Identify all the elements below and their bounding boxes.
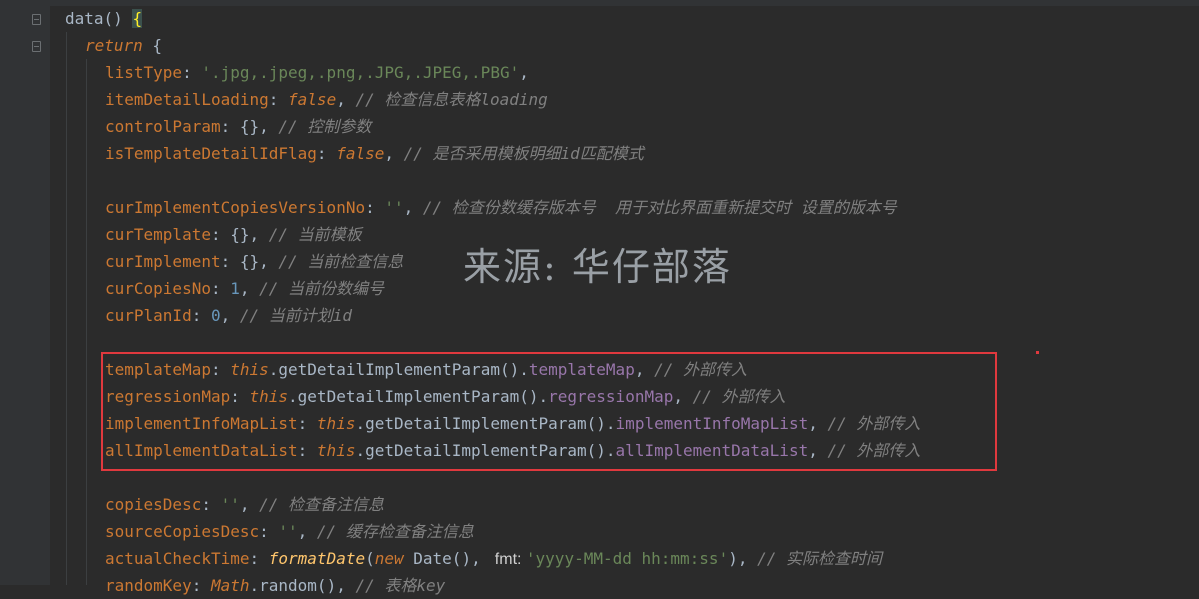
code-token: formatDate xyxy=(268,549,366,568)
code-line[interactable]: return { xyxy=(85,32,162,59)
code-token: ), xyxy=(728,549,758,568)
code-token: // 当前份数编号 xyxy=(259,279,385,298)
code-line[interactable]: copiesDesc: '', // 检查备注信息 xyxy=(105,491,384,518)
code-token: // 检查份数缓存版本号 用于对比界面重新提交时 设置的版本号 xyxy=(422,198,897,217)
code-line[interactable]: curCopiesNo: 1, // 当前份数编号 xyxy=(105,275,384,302)
code-token: , xyxy=(519,63,529,82)
code-token: false xyxy=(336,144,385,163)
code-token: , xyxy=(403,198,423,217)
code-token: isTemplateDetailIdFlag xyxy=(105,144,317,163)
code-token: false xyxy=(288,90,337,109)
code-token: actualCheckTime xyxy=(105,549,250,568)
code-token: : xyxy=(182,63,202,82)
code-line[interactable]: curImplement: {}, // 当前检查信息 xyxy=(105,248,403,275)
code-token: : xyxy=(210,279,231,298)
code-token: , xyxy=(297,522,317,541)
code-token: 1 xyxy=(230,279,240,298)
code-token: () xyxy=(103,9,133,28)
code-line[interactable]: curTemplate: {}, // 当前模板 xyxy=(105,221,362,248)
code-token: '' xyxy=(278,522,298,541)
code-line[interactable]: curPlanId: 0, // 当前计划id xyxy=(105,302,352,329)
code-token: // 当前模板 xyxy=(268,225,362,244)
code-token: // 是否采用模板明细id匹配模式 xyxy=(403,144,644,163)
code-token: '' xyxy=(384,198,404,217)
code-token: randomKey xyxy=(105,576,192,595)
code-line[interactable]: itemDetailLoading: false, // 检查信息表格loadi… xyxy=(105,86,548,113)
code-token: // 检查信息表格loading xyxy=(355,90,548,109)
code-token: // 当前计划id xyxy=(239,306,353,325)
code-token: curPlanId xyxy=(105,306,192,325)
code-line[interactable]: curImplementCopiesVersionNo: '', // 检查份数… xyxy=(105,194,897,221)
code-token: curImplementCopiesVersionNo xyxy=(105,198,366,217)
code-token: sourceCopiesDesc xyxy=(105,522,260,541)
code-token: : {}, xyxy=(220,252,279,271)
indent-guide xyxy=(86,59,87,585)
code-token: // 缓存检查备注信息 xyxy=(316,522,474,541)
code-token: : xyxy=(316,144,337,163)
code-token: return xyxy=(85,36,143,55)
code-token: 'yyyy-MM-dd hh:mm:ss' xyxy=(525,549,729,568)
fold-marker-icon[interactable] xyxy=(32,14,41,25)
code-token: : xyxy=(249,549,269,568)
code-token: curTemplate xyxy=(105,225,211,244)
code-token: listType xyxy=(105,63,183,82)
code-token: : xyxy=(201,495,221,514)
code-token: : xyxy=(268,90,289,109)
code-line[interactable]: isTemplateDetailIdFlag: false, // 是否采用模板… xyxy=(105,140,644,167)
editor-gutter xyxy=(0,0,50,585)
code-token: : xyxy=(365,198,385,217)
editor-top-bar xyxy=(0,0,1199,6)
code-token: fmt: xyxy=(490,551,526,568)
code-token: '' xyxy=(220,495,240,514)
code-token: : xyxy=(259,522,279,541)
code-token: Date(), xyxy=(403,549,491,568)
code-token: : {}, xyxy=(220,117,279,136)
code-token: controlParam xyxy=(105,117,221,136)
code-token: , xyxy=(220,306,240,325)
code-token: , xyxy=(336,90,356,109)
code-token: '.jpg,.jpeg,.png,.JPG,.JPEG,.PBG' xyxy=(201,63,520,82)
code-line[interactable]: controlParam: {}, // 控制参数 xyxy=(105,113,371,140)
code-token: data xyxy=(65,9,104,28)
code-token: // 表格key xyxy=(355,576,446,595)
code-token: // 实际检查时间 xyxy=(757,549,883,568)
code-line[interactable]: randomKey: Math.random(), // 表格key xyxy=(105,572,445,599)
code-token: : xyxy=(191,576,211,595)
code-token: // 检查备注信息 xyxy=(259,495,385,514)
indent-guide xyxy=(66,32,67,585)
code-token: 0 xyxy=(210,306,221,325)
code-line[interactable]: data() { xyxy=(65,5,143,32)
watermark-text: 来源: 华仔部落 xyxy=(463,245,732,289)
code-token: // 当前检查信息 xyxy=(278,252,404,271)
code-token: , xyxy=(239,495,260,514)
code-token: itemDetailLoading xyxy=(105,90,269,109)
code-token: { xyxy=(142,36,163,55)
code-token: curCopiesNo xyxy=(105,279,211,298)
code-token: new xyxy=(374,549,404,568)
code-token: copiesDesc xyxy=(105,495,202,514)
code-token: Math xyxy=(210,576,250,595)
code-token: curImplement xyxy=(105,252,221,271)
code-token: .random(), xyxy=(249,576,356,595)
code-token: { xyxy=(132,9,143,28)
code-token: // 控制参数 xyxy=(278,117,372,136)
highlight-box xyxy=(101,352,997,471)
code-token: : xyxy=(191,306,211,325)
code-token: , xyxy=(384,144,404,163)
fold-marker-icon[interactable] xyxy=(32,41,41,52)
code-token: : {}, xyxy=(210,225,269,244)
code-line[interactable]: actualCheckTime: formatDate(new Date(), … xyxy=(105,545,882,572)
code-token: , xyxy=(239,279,260,298)
highlight-dot xyxy=(1036,351,1039,354)
code-token: ( xyxy=(365,549,375,568)
code-line[interactable]: listType: '.jpg,.jpeg,.png,.JPG,.JPEG,.P… xyxy=(105,59,529,86)
code-line[interactable]: sourceCopiesDesc: '', // 缓存检查备注信息 xyxy=(105,518,474,545)
